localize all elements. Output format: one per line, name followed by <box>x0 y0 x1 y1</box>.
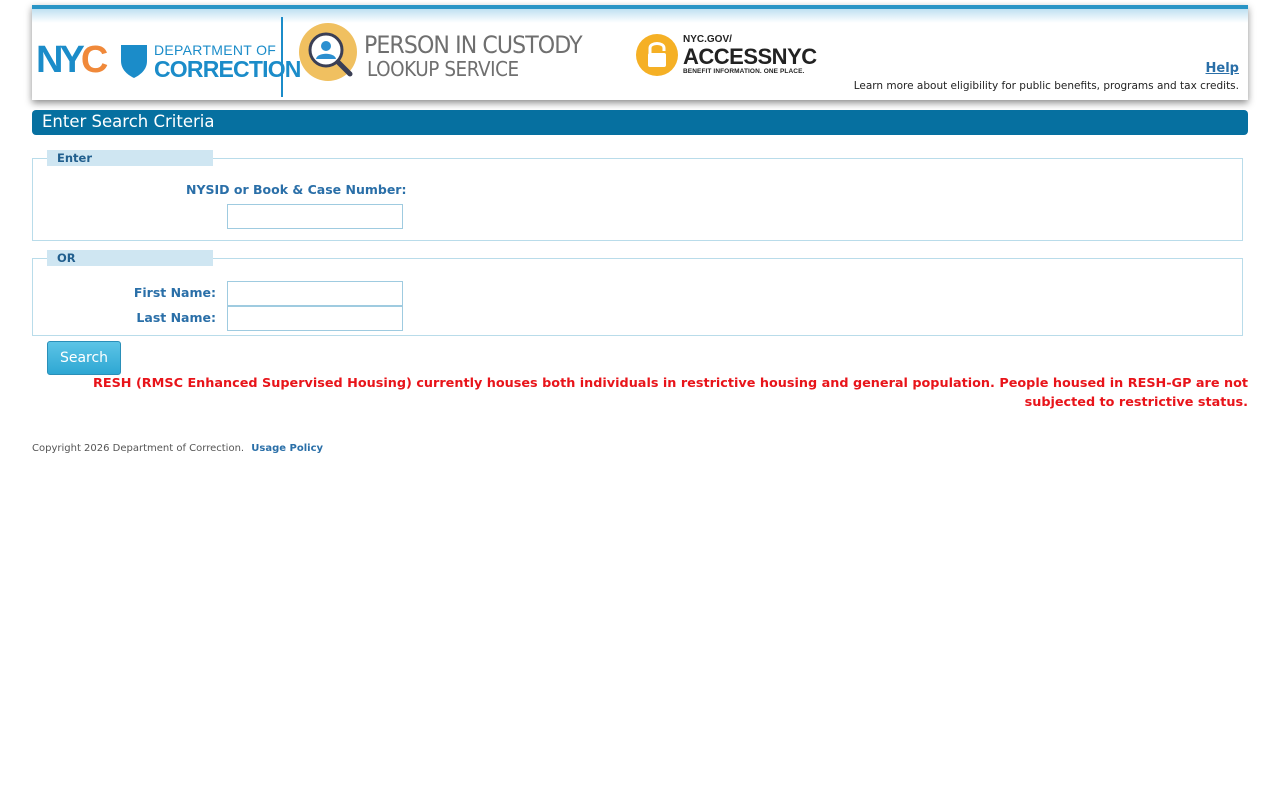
first-name-input[interactable] <box>227 281 403 306</box>
last-name-input[interactable] <box>227 306 403 331</box>
padlock-icon <box>636 34 678 76</box>
first-name-label: First Name: <box>133 285 216 300</box>
doc-logo-line1: DEPARTMENT OF <box>154 42 277 58</box>
access-nyc-logo[interactable]: NYC.GOV/ ACCESSNYC BENEFIT INFORMATION. … <box>683 35 817 76</box>
name-fieldset: OR First Name: Last Name: <box>32 250 1243 336</box>
person-in-custody-logo[interactable]: PERSON IN CUSTODY LOOKUP SERVICE <box>364 33 601 79</box>
access-logo-line3: BENEFIT INFORMATION. ONE PLACE. <box>683 68 805 75</box>
nysid-label: NYSID or Book & Case Number: <box>186 182 407 197</box>
nyc-logo-y: Y <box>59 39 84 81</box>
help-description: Learn more about eligibility for public … <box>853 80 1239 92</box>
usage-policy-link[interactable]: Usage Policy <box>251 443 323 454</box>
help-link[interactable]: Help <box>1206 61 1239 76</box>
copyright-text: Copyright 2026 Department of Correction. <box>32 443 245 454</box>
nyc-logo-n: N <box>36 39 64 81</box>
enter-legend: Enter <box>47 150 213 166</box>
nysid-input[interactable] <box>227 204 403 229</box>
header-divider <box>281 17 283 97</box>
service-logo-line1: PERSON IN CUSTODY <box>364 31 583 59</box>
nyc-logo[interactable]: NYC <box>36 39 109 81</box>
search-button[interactable]: Search <box>47 341 121 375</box>
last-name-label: Last Name: <box>136 310 216 325</box>
page-title: Enter Search Criteria <box>32 110 1248 135</box>
or-legend: OR <box>47 250 213 266</box>
enter-fieldset: Enter NYSID or Book & Case Number: <box>32 150 1243 241</box>
footer: Copyright 2026 Department of Correction.… <box>32 443 323 454</box>
service-logo-line2: LOOKUP SERVICE <box>367 57 519 81</box>
person-magnifier-icon <box>299 23 357 81</box>
header-banner: NYC DEPARTMENT OF CORRECTION PERSON IN C… <box>32 5 1248 100</box>
resh-notice: RESH (RMSC Enhanced Supervised Housing) … <box>92 376 1248 410</box>
header-sheen <box>32 9 1248 23</box>
access-logo-line2: ACCESSNYC <box>683 44 817 69</box>
shield-icon <box>121 45 147 78</box>
doc-logo-line2: CORRECTION <box>154 56 301 82</box>
department-of-correction-logo[interactable]: DEPARTMENT OF CORRECTION <box>154 43 301 81</box>
nyc-logo-c: C <box>80 39 109 81</box>
